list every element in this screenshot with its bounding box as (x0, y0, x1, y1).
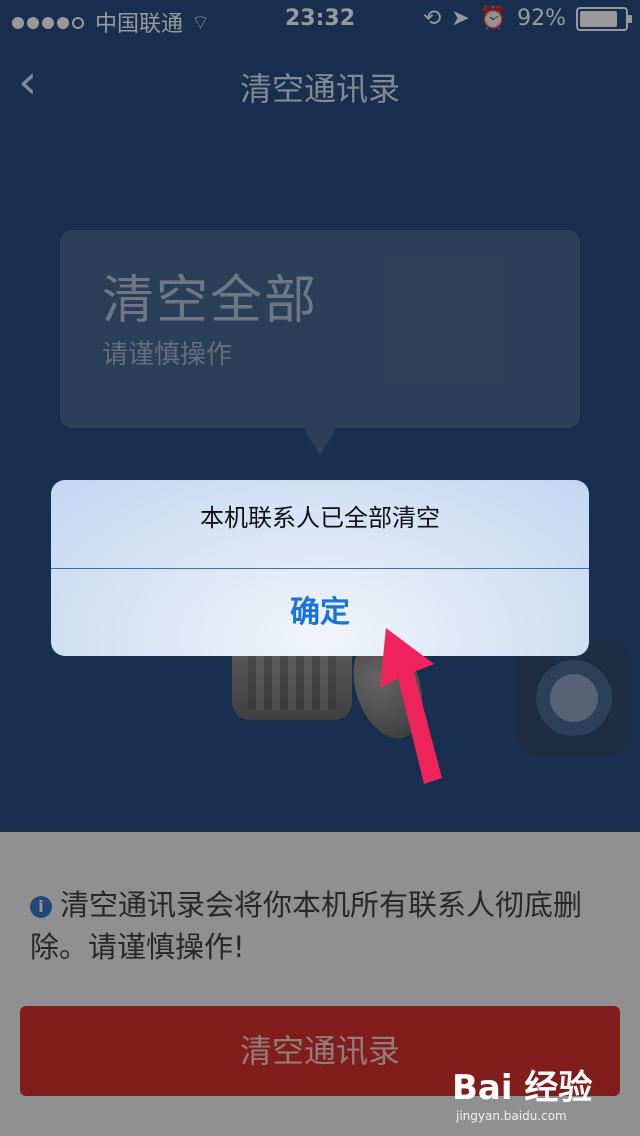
alert-dialog: 本机联系人已全部清空 确定 (51, 480, 589, 656)
pointer-arrow-icon (380, 628, 442, 784)
alert-message: 本机联系人已全部清空 (200, 504, 440, 532)
alert-ok-button[interactable]: 确定 (51, 569, 589, 656)
watermark-logo: Bai 经验 (452, 1068, 593, 1108)
baidu-watermark: Bai 经验 jingyan.baidu.com (452, 1060, 622, 1123)
watermark-url: jingyan.baidu.com (456, 1109, 567, 1123)
